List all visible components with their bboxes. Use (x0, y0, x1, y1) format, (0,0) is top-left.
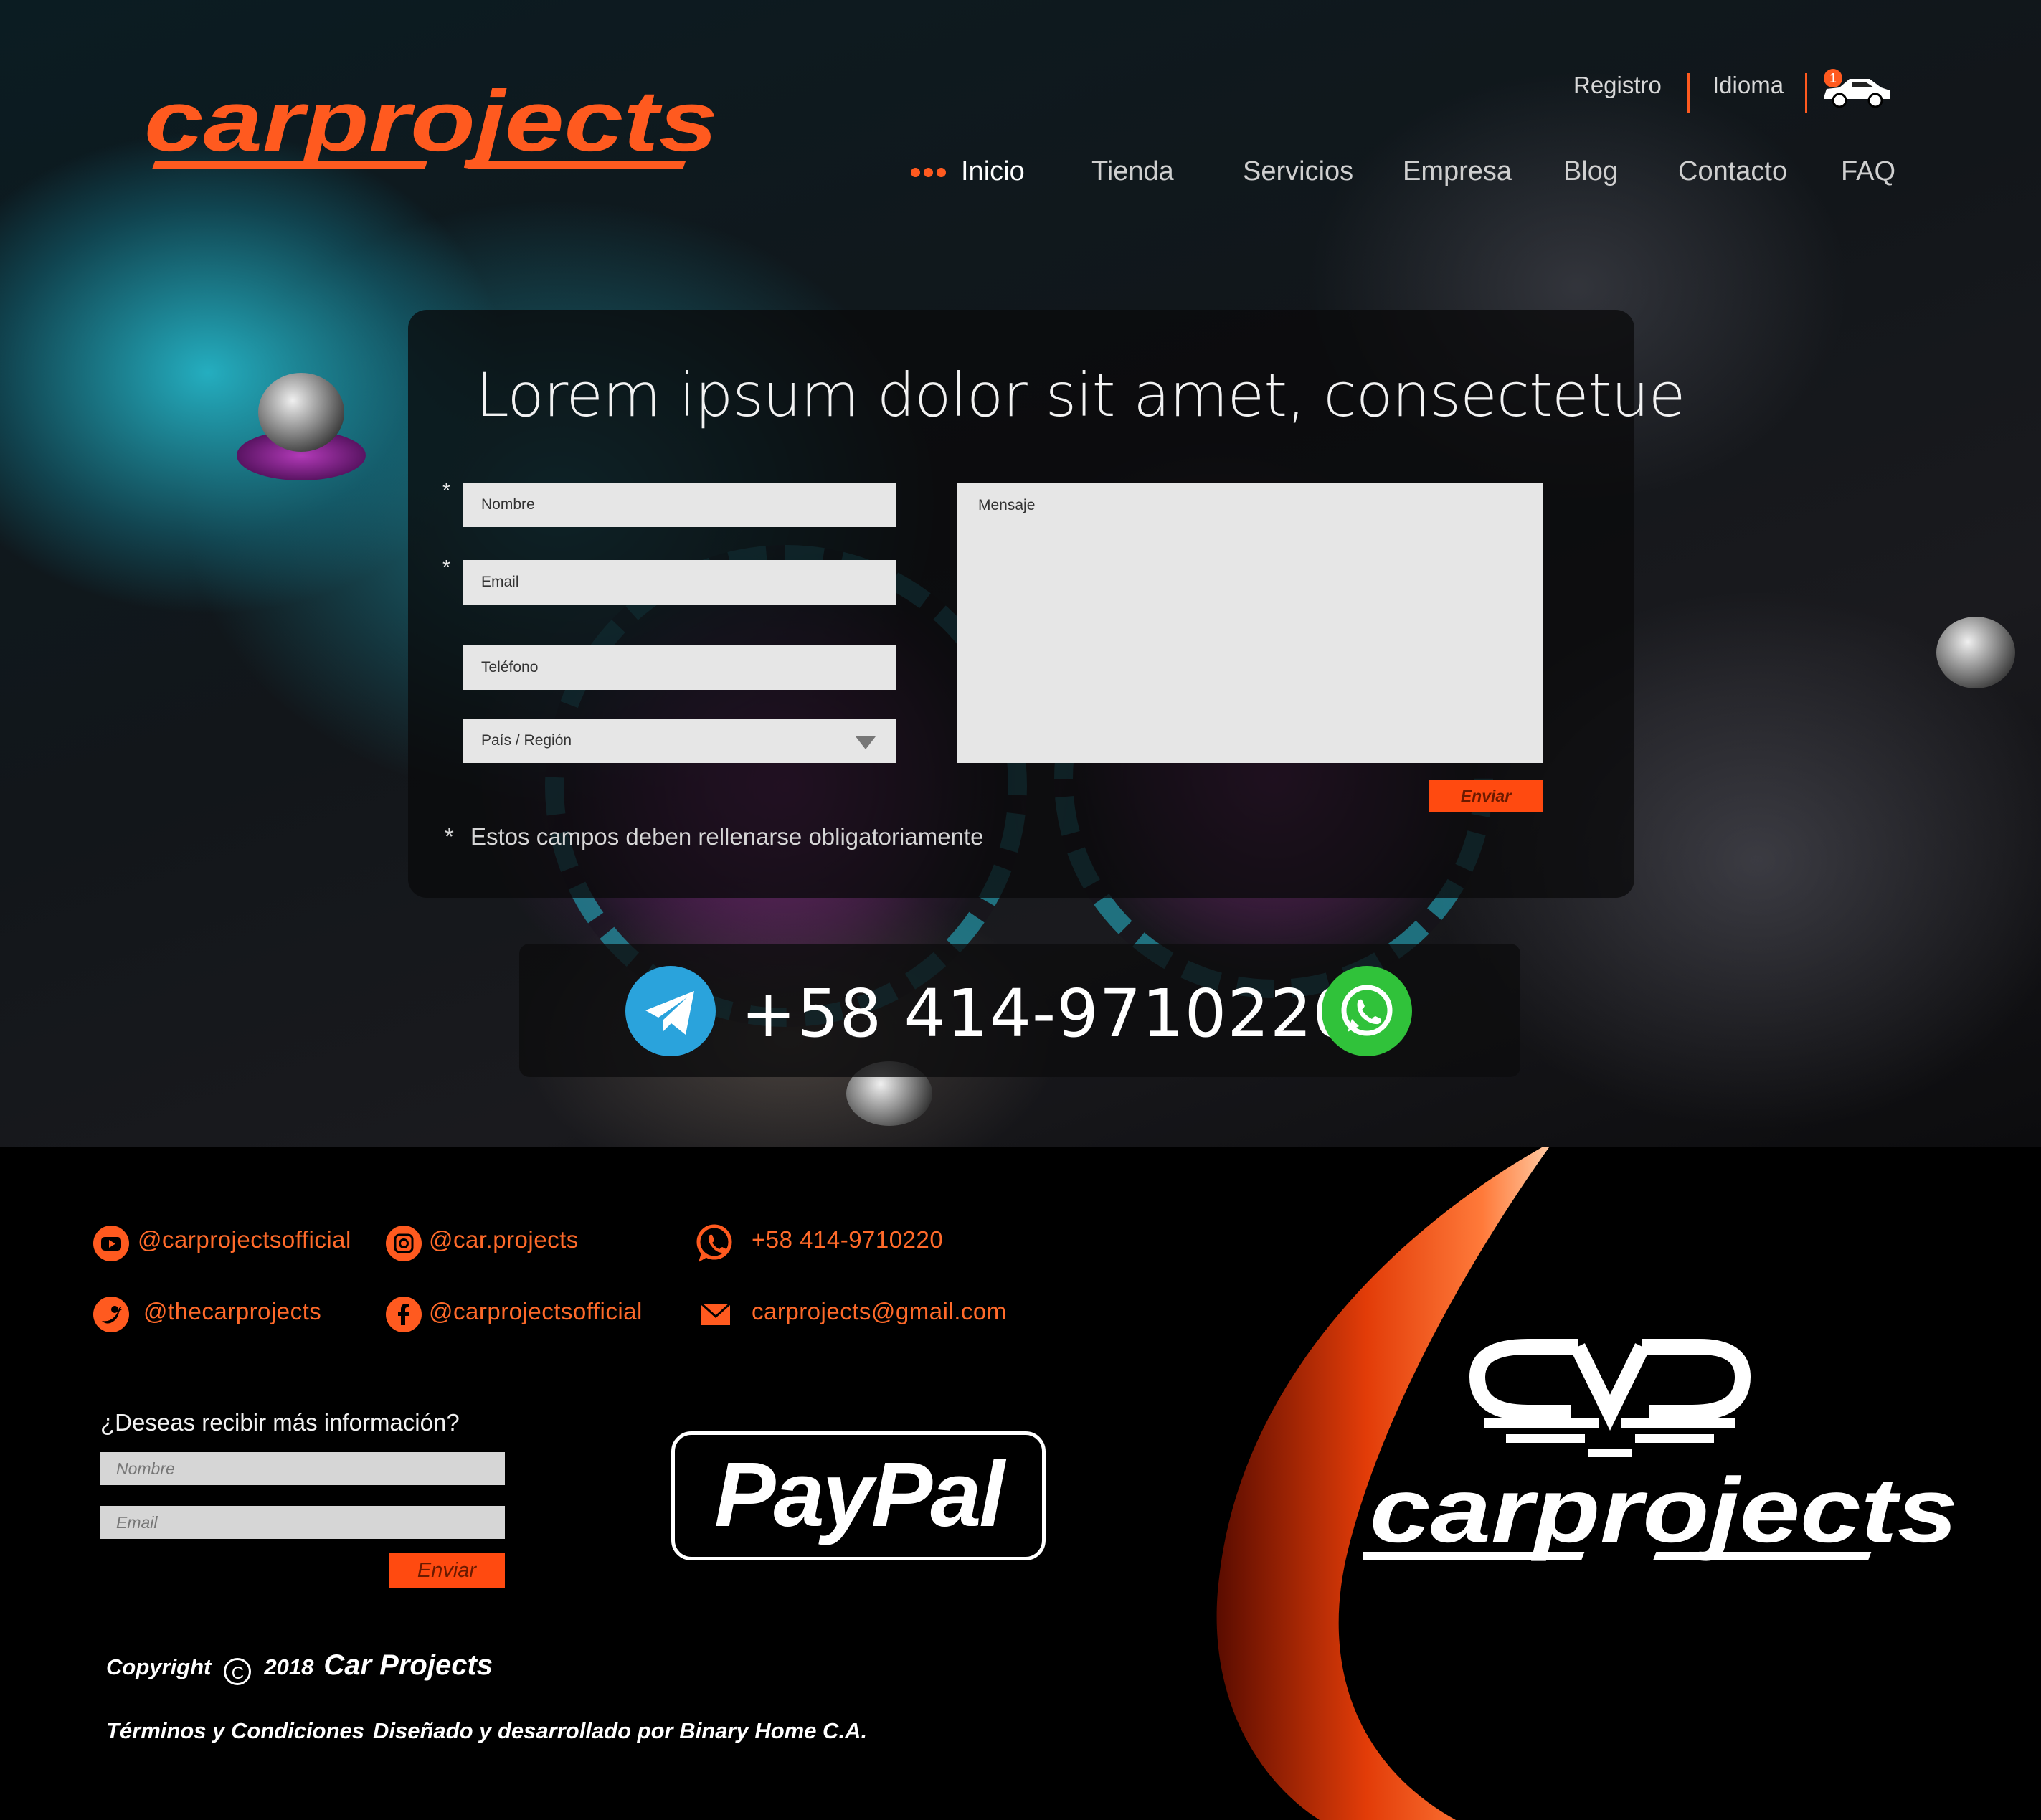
terms-link[interactable]: Términos y Condiciones (106, 1718, 364, 1744)
chevron-down-icon[interactable] (856, 736, 876, 749)
twitter-handle[interactable]: @thecarprojects (143, 1298, 321, 1325)
language-link[interactable]: Idioma (1713, 72, 1784, 99)
newsletter-email-field[interactable]: Email (100, 1506, 505, 1539)
credits-text: Diseñado y desarrollado por Binary Home … (373, 1718, 868, 1743)
telegram-icon[interactable] (625, 966, 716, 1056)
submit-button[interactable]: Enviar (1429, 780, 1543, 812)
nav-item-faq[interactable]: FAQ (1841, 156, 1895, 187)
register-link[interactable]: Registro (1573, 72, 1662, 99)
nav-item-empresa[interactable]: Empresa (1403, 156, 1512, 187)
brand-logo[interactable]: carprojects (140, 85, 728, 178)
required-note: * Estos campos deben rellenarse obligato… (445, 823, 983, 850)
twitter-icon[interactable] (93, 1297, 129, 1332)
cart-count-badge: 1 (1824, 69, 1842, 87)
paypal-logo: PayPal (671, 1431, 1046, 1560)
instagram-handle[interactable]: @car.projects (429, 1226, 579, 1253)
youtube-icon[interactable] (93, 1226, 129, 1261)
nav-item-contacto[interactable]: Contacto (1678, 156, 1787, 187)
facebook-handle[interactable]: @carprojectsofficial (429, 1298, 643, 1325)
country-select[interactable]: País / Región (463, 719, 896, 763)
copyright-company: Car Projects (323, 1649, 493, 1681)
mail-icon[interactable] (700, 1302, 731, 1327)
footer-email[interactable]: carprojects@gmail.com (752, 1298, 1007, 1325)
brand-logo-text: carprojects (144, 85, 718, 169)
copyright-icon: C (224, 1657, 252, 1685)
active-indicator-icon (911, 168, 951, 179)
youtube-handle[interactable]: @carprojectsofficial (138, 1226, 351, 1253)
message-textarea[interactable]: Mensaje (957, 483, 1543, 763)
nav-item-servicios[interactable]: Servicios (1243, 156, 1353, 187)
whatsapp-icon[interactable] (693, 1222, 736, 1265)
facebook-icon[interactable] (386, 1297, 422, 1332)
copyright-line: Copyright C 2018 Car Projects (106, 1649, 493, 1685)
required-mark: * (442, 556, 450, 578)
required-note-text: Estos campos deben rellenarse obligatori… (470, 823, 984, 850)
required-mark: * (445, 823, 454, 850)
copyright-word: Copyright (106, 1654, 212, 1679)
engine-bolt-image (258, 373, 344, 452)
nav-item-tienda[interactable]: Tienda (1091, 156, 1174, 187)
carprojects-emblem-logo: carprojects (1363, 1339, 1958, 1562)
form-title: Lorem ipsum dolor sit amet, consectetue (475, 360, 1685, 430)
copyright-year: 2018 (264, 1654, 314, 1679)
instagram-icon[interactable] (386, 1226, 422, 1261)
emblem-logo-text: carprojects (1370, 1459, 1958, 1562)
name-field[interactable]: Nombre (463, 483, 896, 527)
divider (1687, 73, 1690, 113)
engine-bolt-image (1936, 617, 2015, 688)
contact-phone-number[interactable]: +58 414-9710220 (741, 975, 1355, 1052)
newsletter-submit-button[interactable]: Enviar (389, 1553, 505, 1588)
email-field[interactable]: Email (463, 560, 896, 605)
footer-phone[interactable]: +58 414-9710220 (752, 1226, 943, 1253)
nav-item-inicio[interactable]: Inicio (961, 156, 1025, 187)
phone-field[interactable]: Teléfono (463, 645, 896, 690)
divider (1805, 73, 1807, 113)
nav-item-blog[interactable]: Blog (1563, 156, 1618, 187)
newsletter-label: ¿Deseas recibir más información? (100, 1409, 460, 1436)
required-mark: * (442, 479, 450, 501)
whatsapp-icon[interactable] (1322, 966, 1412, 1056)
newsletter-name-field[interactable]: Nombre (100, 1452, 505, 1485)
